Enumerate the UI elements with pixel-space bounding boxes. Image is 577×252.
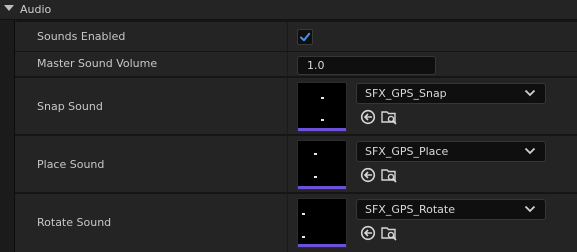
chevron-down-icon <box>524 205 536 213</box>
master-sound-volume-input[interactable]: 1.0 <box>297 56 436 75</box>
place-sound-asset-dropdown[interactable]: SFX_GPS_Place <box>356 141 546 162</box>
chevron-down-icon <box>524 89 536 97</box>
column-splitter[interactable] <box>287 194 288 252</box>
waveform-mark <box>302 213 305 215</box>
snap-sound-asset-dropdown[interactable]: SFX_GPS_Snap <box>356 83 546 104</box>
column-splitter[interactable] <box>287 136 288 192</box>
place-sound-thumbnail[interactable] <box>297 140 347 190</box>
sounds-enabled-row: Sounds Enabled <box>15 22 577 53</box>
asset-type-bar <box>298 128 346 131</box>
use-selected-asset-icon[interactable] <box>360 225 376 241</box>
snap-sound-thumbnail[interactable] <box>297 82 347 132</box>
asset-type-bar <box>298 244 346 247</box>
rotate-sound-label: Rotate Sound <box>37 216 112 229</box>
master-sound-volume-row: Master Sound Volume 1.0 <box>15 52 577 78</box>
checkmark-icon <box>300 32 311 42</box>
asset-type-bar <box>298 186 346 189</box>
chevron-down-icon <box>524 147 536 155</box>
rotate-sound-asset-dropdown[interactable]: SFX_GPS_Rotate <box>356 199 546 220</box>
sounds-enabled-checkbox[interactable] <box>297 29 313 45</box>
use-selected-asset-icon[interactable] <box>360 109 376 125</box>
waveform-mark <box>321 119 324 121</box>
waveform-mark <box>321 97 324 99</box>
rotate-sound-thumbnail[interactable] <box>297 198 347 248</box>
column-splitter[interactable] <box>287 78 288 134</box>
browse-asset-icon[interactable] <box>381 225 397 241</box>
master-sound-volume-label: Master Sound Volume <box>37 57 158 70</box>
column-splitter[interactable] <box>287 52 288 76</box>
snap-sound-asset-name: SFX_GPS_Snap <box>365 87 447 100</box>
browse-asset-icon[interactable] <box>381 109 397 125</box>
sounds-enabled-label: Sounds Enabled <box>37 30 126 43</box>
rotate-sound-asset-name: SFX_GPS_Rotate <box>365 203 455 216</box>
rotate-sound-row: Rotate Sound SFX_GPS_Rotate <box>15 194 577 252</box>
place-sound-row: Place Sound SFX_GPS_Place <box>15 136 577 194</box>
waveform-mark <box>302 236 305 238</box>
browse-asset-icon[interactable] <box>381 167 397 183</box>
waveform-mark <box>314 176 317 178</box>
waveform-mark <box>314 153 317 155</box>
section-title: Audio <box>20 3 52 16</box>
audio-section-header[interactable]: Audio <box>0 0 577 20</box>
snap-sound-label: Snap Sound <box>37 100 103 113</box>
snap-sound-row: Snap Sound SFX_GPS_Snap <box>15 78 577 136</box>
column-splitter[interactable] <box>287 22 288 51</box>
collapse-arrow-icon[interactable] <box>4 5 14 11</box>
place-sound-label: Place Sound <box>37 158 105 171</box>
use-selected-asset-icon[interactable] <box>360 167 376 183</box>
place-sound-asset-name: SFX_GPS_Place <box>365 145 449 158</box>
